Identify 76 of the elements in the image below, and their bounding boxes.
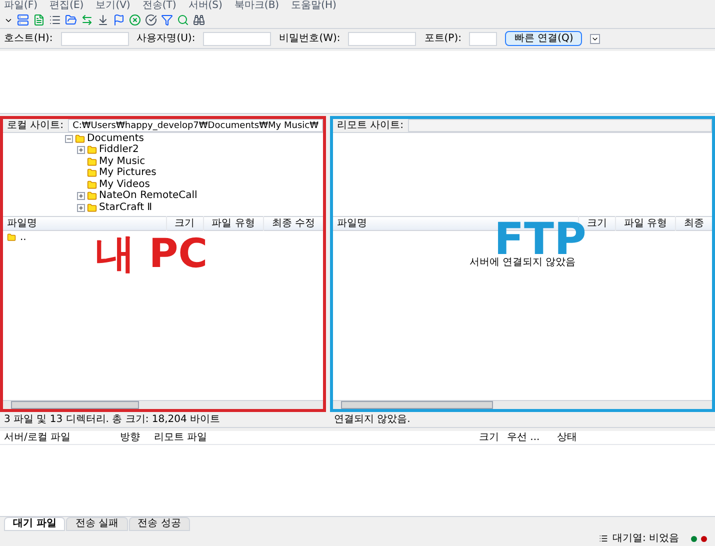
tab[interactable]: 대기 파일 xyxy=(4,517,66,531)
folder-icon xyxy=(87,191,97,202)
tree-item[interactable]: My Music xyxy=(99,156,146,167)
queue-status: 대기열: 비었음 xyxy=(612,532,679,546)
check-icon[interactable] xyxy=(145,14,157,26)
column-header[interactable]: 서버/로컬 파일 xyxy=(0,430,120,445)
tree-item[interactable]: Documents xyxy=(87,134,144,144)
column-header[interactable]: 파일명 xyxy=(3,216,166,231)
expand-icon[interactable] xyxy=(77,204,85,212)
folder-icon[interactable] xyxy=(65,14,77,26)
input-field[interactable] xyxy=(60,32,129,46)
indicator-light-icon xyxy=(691,536,697,542)
path-field[interactable] xyxy=(408,119,712,132)
annotation-label: 내 PC xyxy=(95,234,208,274)
field-label: 호스트(H): xyxy=(4,32,53,46)
column-header[interactable]: 상태 xyxy=(553,430,577,445)
queue-icon xyxy=(599,534,608,543)
input-field[interactable] xyxy=(469,32,498,46)
menu-item[interactable]: 도움말(H) xyxy=(291,1,336,11)
field-label: 포트(P): xyxy=(424,32,462,46)
cancel-icon[interactable] xyxy=(129,14,141,26)
tree-item[interactable]: NateOn RemoteCall xyxy=(99,191,198,202)
menu-item[interactable]: 편집(E) xyxy=(50,1,84,11)
column-header[interactable]: 최종 xyxy=(675,216,712,231)
site-label: 리모트 사이트: xyxy=(336,119,405,133)
document-icon[interactable] xyxy=(33,14,45,26)
folder-icon xyxy=(87,180,97,190)
collapse-icon[interactable] xyxy=(65,134,73,143)
filter-icon[interactable] xyxy=(161,14,173,26)
menu-item[interactable]: 전송(T) xyxy=(142,1,176,11)
folder-icon xyxy=(87,202,97,213)
file-name[interactable]: .. xyxy=(20,230,26,245)
column-header[interactable]: 방향 xyxy=(120,430,150,445)
status-text: 연결되지 않았음. xyxy=(333,413,410,427)
tree-item[interactable]: StarCraft Ⅱ xyxy=(99,202,152,213)
path-field[interactable]: C:₩Users₩happy_develop7₩Documents₩My Music₩ xyxy=(68,119,324,132)
field-label: 비밀번호(W): xyxy=(279,32,340,46)
horizontal-scrollbar[interactable] xyxy=(3,400,323,409)
tree-item[interactable]: Fiddler2 xyxy=(99,145,139,156)
column-header[interactable]: 크기 xyxy=(453,430,503,445)
menu-item[interactable]: 파일(F) xyxy=(4,1,38,11)
column-header[interactable]: 우선 ... xyxy=(503,430,553,445)
folder-icon xyxy=(87,168,97,178)
expand-icon[interactable] xyxy=(77,146,85,154)
field-label: 사용자명(U): xyxy=(136,32,196,46)
indicator-light-icon xyxy=(701,536,707,542)
server-icon[interactable] xyxy=(17,14,29,26)
folder-icon xyxy=(75,134,85,144)
expand-icon[interactable] xyxy=(77,192,85,200)
folder-icon xyxy=(87,145,97,156)
column-header[interactable]: 최종 수정 xyxy=(262,216,323,231)
horizontal-scrollbar[interactable] xyxy=(333,400,712,409)
swap-arrows-icon[interactable] xyxy=(81,14,93,26)
input-field[interactable] xyxy=(203,32,272,46)
search-icon[interactable] xyxy=(177,14,189,26)
column-header[interactable]: 파일 유형 xyxy=(202,216,263,231)
not-connected-message: 서버에 연결되지 않았음 xyxy=(469,256,576,270)
tree-item[interactable]: My Pictures xyxy=(99,168,156,178)
flag-icon[interactable] xyxy=(113,14,125,26)
menu-item[interactable]: 서버(S) xyxy=(188,1,222,11)
column-header[interactable]: 리모트 파일 xyxy=(150,430,453,445)
input-field[interactable] xyxy=(348,32,416,46)
quickconnect-button[interactable]: 빠른 연결(Q) xyxy=(505,31,582,46)
folder-icon xyxy=(87,156,97,167)
status-text: 3 파일 및 13 디렉터리. 총 크기: 18,204 바이트 xyxy=(3,413,222,427)
tree-item[interactable]: My Videos xyxy=(99,180,150,190)
menu-item[interactable]: 보기(V) xyxy=(96,1,130,11)
binoculars-icon[interactable] xyxy=(193,14,205,26)
column-header[interactable]: 크기 xyxy=(166,216,203,231)
download-icon[interactable] xyxy=(97,14,109,26)
tab[interactable]: 전송 실패 xyxy=(66,517,128,531)
tab[interactable]: 전송 성공 xyxy=(128,517,190,531)
column-header[interactable]: 파일 유형 xyxy=(614,216,675,231)
menu-item[interactable]: 북마크(B) xyxy=(234,1,280,11)
folder-icon xyxy=(7,233,16,242)
site-label: 로컬 사이트: xyxy=(6,119,65,133)
